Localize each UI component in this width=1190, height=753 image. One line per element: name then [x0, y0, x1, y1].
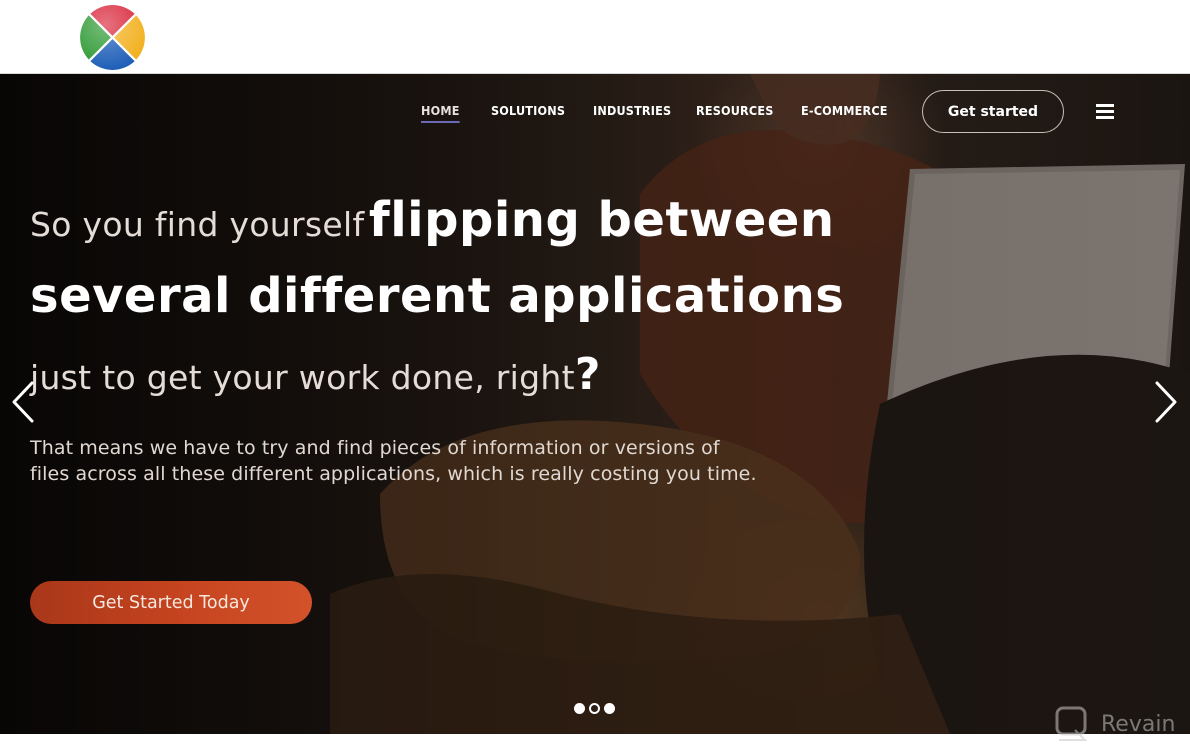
- headline-bold-text: flipping between: [368, 192, 835, 248]
- bottom-strip: [0, 734, 1190, 753]
- nav-item-home[interactable]: HOME: [421, 103, 460, 123]
- headline-line-1: So you find yourself flipping between: [30, 192, 835, 248]
- hero-dark-overlay: [0, 74, 1190, 734]
- nav-item-resources[interactable]: RESOURCES: [696, 103, 773, 118]
- nav-item-industries[interactable]: INDUSTRIES: [593, 103, 671, 118]
- chevron-right-icon[interactable]: [1151, 379, 1181, 425]
- headline-bold-text-2: several different applications: [30, 268, 845, 324]
- get-started-today-button[interactable]: Get Started Today: [30, 581, 312, 624]
- headline-line-3: just to get your work done, right?: [30, 349, 600, 400]
- brand-logo[interactable]: [80, 5, 145, 70]
- headline-light-text-2: just to get your work done, right: [30, 358, 575, 397]
- slide-dot-3[interactable]: [604, 703, 615, 714]
- headline-light-text: So you find yourself: [30, 205, 365, 244]
- top-logo-bar: [0, 0, 1190, 74]
- nav-item-solutions[interactable]: SOLUTIONS: [491, 103, 565, 118]
- slide-dot-2-active[interactable]: [589, 703, 600, 714]
- four-color-x-circle-logo-icon: [80, 5, 145, 70]
- revain-logo-icon: [1055, 706, 1088, 741]
- get-started-button[interactable]: Get started: [922, 90, 1064, 133]
- hamburger-menu-icon[interactable]: [1096, 104, 1114, 120]
- nav-item-e-commerce[interactable]: E-COMMERCE: [801, 103, 888, 118]
- chevron-left-icon[interactable]: [8, 379, 38, 425]
- hero-slider: HOME SOLUTIONS INDUSTRIES RESOURCES E-CO…: [0, 74, 1190, 734]
- hero-subtext: That means we have to try and find piece…: [30, 435, 757, 487]
- revain-watermark: Revain: [1055, 706, 1175, 742]
- revain-watermark-text: Revain: [1101, 711, 1176, 737]
- hero-subtext-line-2: files across all these different applica…: [30, 463, 757, 485]
- headline-line-2: several different applications: [30, 268, 844, 324]
- slide-dot-1[interactable]: [574, 703, 585, 714]
- slider-pagination: [574, 703, 615, 714]
- headline-question-mark: ?: [574, 349, 601, 400]
- hero-subtext-line-1: That means we have to try and find piece…: [30, 437, 720, 459]
